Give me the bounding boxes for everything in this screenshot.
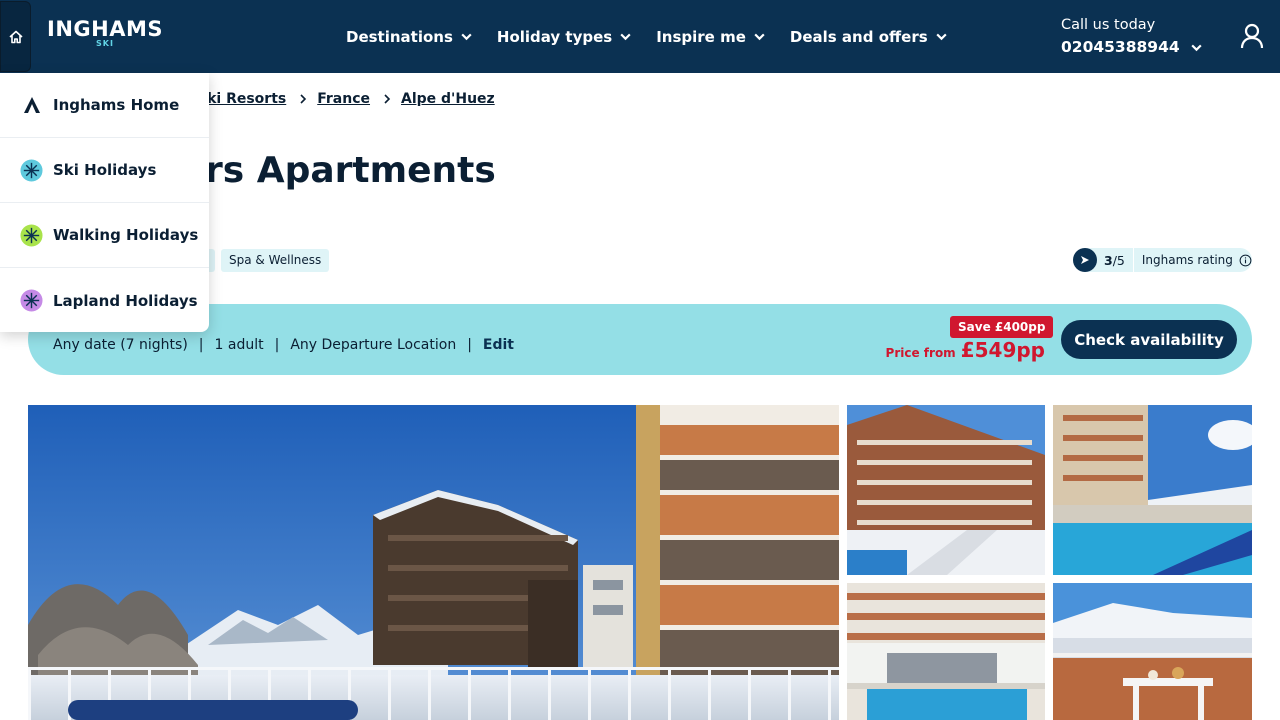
separator: |: [198, 337, 204, 353]
nav-holiday-types[interactable]: Holiday types: [497, 28, 632, 46]
menu-item-lapland-holidays[interactable]: Lapland Holidays: [0, 268, 209, 333]
menu-item-label: Walking Holidays: [53, 226, 199, 244]
feature-tag-spa: Spa & Wellness: [221, 249, 330, 272]
gallery-thumb-2[interactable]: [1053, 405, 1252, 575]
nav-label: Holiday types: [496, 27, 613, 46]
rating-value: 3: [1104, 252, 1113, 268]
inghams-logo[interactable]: INGHAMS SKI: [47, 17, 163, 48]
price-value: £549pp: [960, 338, 1045, 362]
menu-item-label: Lapland Holidays: [53, 291, 198, 310]
search-date: Any date (7 nights): [53, 337, 188, 353]
rating-label: Inghams rating: [1141, 253, 1233, 267]
call-number-dropdown[interactable]: 02045388944: [1061, 35, 1203, 59]
breadcrumb-france[interactable]: France: [317, 91, 370, 107]
info-icon[interactable]: [1239, 254, 1252, 267]
search-departure: Any Departure Location: [290, 337, 457, 353]
chevron-right-icon: [384, 94, 391, 104]
inghams-logo-icon: [20, 94, 43, 117]
nav-inspire-me[interactable]: Inspire me: [656, 28, 766, 46]
gallery-thumb-1[interactable]: [847, 405, 1045, 575]
breadcrumb-ski-resorts[interactable]: Ski Resorts: [197, 91, 286, 107]
pool-photo: [1053, 405, 1252, 575]
chevron-down-icon: [620, 33, 631, 41]
menu-item-label: Inghams Home: [53, 96, 180, 114]
search-guests: 1 adult: [214, 337, 264, 353]
search-summary: Any date (7 nights) | 1 adult | Any Depa…: [53, 337, 514, 353]
nav-label: Inspire me: [656, 27, 746, 46]
menu-item-ski-holidays[interactable]: Ski Holidays: [0, 138, 209, 203]
call-label: Call us today: [1061, 17, 1156, 33]
price-from: Price from £549pp: [886, 338, 1045, 362]
price-label: Price from: [885, 346, 956, 360]
rating-out-of: /5: [1112, 252, 1125, 268]
user-account-icon[interactable]: [1238, 22, 1266, 50]
edit-search-link[interactable]: Edit: [483, 337, 514, 353]
rating-score: 3/5: [1104, 253, 1125, 268]
nav-label: Destinations: [346, 27, 453, 46]
chevron-right-icon: [300, 94, 307, 104]
gallery-main-photo[interactable]: [28, 405, 839, 720]
gallery-thumb-4[interactable]: [1053, 583, 1252, 720]
home-menu-button[interactable]: [0, 1, 31, 72]
menu-item-label: Ski Holidays: [53, 161, 157, 179]
separator: |: [274, 337, 280, 353]
main-nav: Destinations Holiday types Inspire me De…: [346, 0, 972, 73]
gallery-thumb-3[interactable]: [847, 583, 1045, 720]
building-photo: [847, 405, 1045, 575]
snowflake-icon: [20, 223, 43, 247]
site-header: INGHAMS SKI Destinations Holiday types I…: [0, 0, 1280, 73]
home-icon: [8, 30, 23, 43]
availability-bar: Any date (7 nights) | 1 adult | Any Depa…: [28, 304, 1252, 375]
rating-badge: [1073, 248, 1097, 272]
page-title: rs Apartments: [205, 150, 496, 191]
hotel-exterior-photo: [28, 405, 839, 720]
inghams-rating: 3/5 Inghams rating: [1073, 248, 1252, 272]
nav-destinations[interactable]: Destinations: [346, 28, 473, 46]
snowflake-icon: [20, 289, 43, 312]
chevron-down-icon: [936, 33, 947, 41]
phone-number: 02045388944: [1061, 38, 1180, 56]
indoor-pool-photo: [847, 583, 1045, 720]
save-badge: Save £400pp: [950, 316, 1054, 338]
chevron-down-icon: [754, 33, 765, 41]
chevron-down-icon: [461, 33, 472, 41]
balcony-view-photo: [1053, 583, 1252, 720]
call-us: Call us today 02045388944: [1061, 15, 1203, 59]
nav-label: Deals and offers: [789, 27, 928, 46]
menu-item-walking-holidays[interactable]: Walking Holidays: [0, 203, 209, 268]
breadcrumb-alpe-dhuez[interactable]: Alpe d'Huez: [401, 91, 495, 107]
logo-wordmark: INGHAMS: [47, 17, 163, 41]
chevron-down-icon: [1191, 44, 1202, 51]
rating-divider: [1132, 248, 1134, 272]
check-availability-button[interactable]: Check availability: [1061, 320, 1237, 359]
separator: |: [467, 337, 472, 353]
brand-switcher-menu: Inghams Home Ski Holidays Walking Holida…: [0, 73, 209, 332]
nav-deals-and-offers[interactable]: Deals and offers: [790, 28, 948, 46]
snowflake-icon: [20, 158, 43, 182]
inghams-arrow-icon: [1081, 256, 1089, 264]
breadcrumb: Ski Resorts France Alpe d'Huez: [197, 88, 495, 110]
menu-item-inghams-home[interactable]: Inghams Home: [0, 73, 209, 138]
